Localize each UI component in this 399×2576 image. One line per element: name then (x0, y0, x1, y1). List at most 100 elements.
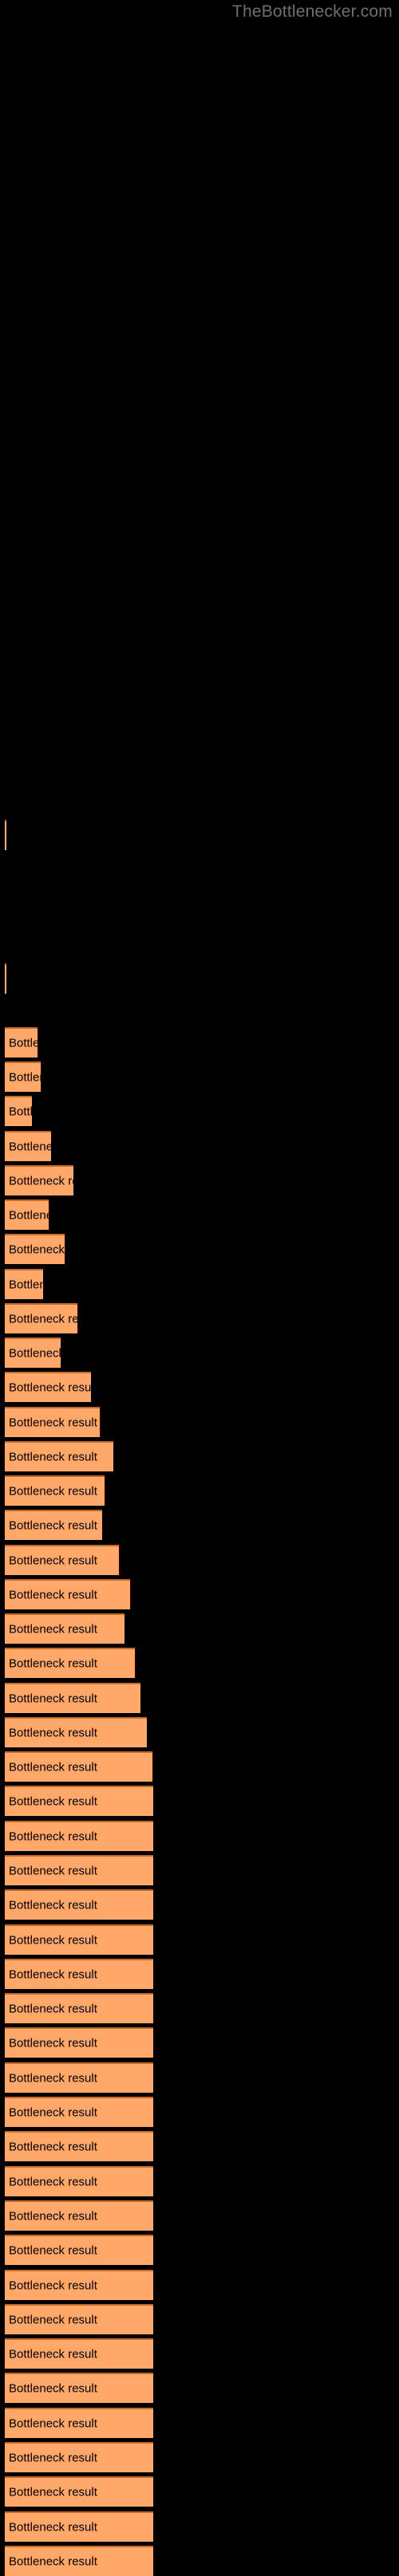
bar-17[interactable]: Bottleneck result (5, 1510, 102, 1540)
bar-row: Bottleneck result (0, 1131, 399, 1161)
bar-23[interactable]: Bottleneck result (5, 1717, 147, 1747)
bar-26[interactable]: Bottleneck result (5, 1821, 153, 1851)
bar-label: Bottleneck result (9, 1208, 49, 1223)
bar-label: Bottleneck result (9, 1933, 97, 1948)
bar-38[interactable]: Bottleneck result (5, 2235, 153, 2265)
bar-row: Bottleneck result (0, 1372, 399, 1402)
bar-row: Bottleneck result (0, 2062, 399, 2093)
bar-7[interactable]: Bottleneck result (5, 1165, 73, 1195)
bar-row: Bottleneck result (0, 1924, 399, 1955)
bar-40[interactable]: Bottleneck result (5, 2304, 153, 2334)
bar-label: Bottleneck result (9, 1794, 97, 1809)
bar-label: Bottleneck result (9, 1105, 32, 1119)
bar-36[interactable]: Bottleneck result (5, 2166, 153, 2196)
bar-31[interactable]: Bottleneck result (5, 1993, 153, 2023)
bar-32[interactable]: Bottleneck result (5, 2027, 153, 2058)
bar-label: Bottleneck result (9, 1830, 97, 1844)
bar-43[interactable]: Bottleneck result (5, 2408, 153, 2438)
bar-37[interactable]: Bottleneck result (5, 2200, 153, 2231)
bar-row: Bottleneck result (0, 1579, 399, 1609)
bar-label: Bottleneck result (9, 2313, 97, 2327)
bar-row: Bottleneck result (0, 1821, 399, 1851)
bar-label: Bottleneck result (9, 1692, 97, 1706)
bar-10[interactable]: Bottleneck result (5, 1269, 43, 1299)
bar-row: Bottleneck result (0, 2442, 399, 2472)
bar-label: Bottleneck result (9, 1346, 61, 1361)
bar-27[interactable]: Bottleneck result (5, 1855, 153, 1885)
bar-8[interactable]: Bottleneck result (5, 1199, 49, 1230)
bar-row: Bottleneck result (0, 2097, 399, 2127)
bar-row: Bottleneck result (0, 1889, 399, 1920)
bar-label: Bottleneck result (9, 1864, 97, 1878)
bar-22[interactable]: Bottleneck result (5, 1683, 140, 1713)
bar-4[interactable]: Bottleneck result (5, 1062, 41, 1092)
bar-row: Bottleneck result (0, 2408, 399, 2438)
bar-34[interactable]: Bottleneck result (5, 2097, 153, 2127)
bar-20[interactable]: Bottleneck result (5, 1613, 124, 1644)
bar-1[interactable]: Bottleneck result (5, 820, 6, 850)
page-root: TheBottlenecker.com Bottleneck resultBot… (0, 0, 399, 2576)
bar-label: Bottleneck result (9, 2105, 97, 2120)
bar-42[interactable]: Bottleneck result (5, 2373, 153, 2403)
bar-16[interactable]: Bottleneck result (5, 1475, 105, 1506)
bar-row: Bottleneck result (0, 1648, 399, 1678)
bar-label: Bottleneck result (9, 1656, 97, 1671)
bar-label: Bottleneck result (9, 2347, 97, 2361)
bar-label: Bottleneck result (9, 1381, 91, 1395)
bar-row: Bottleneck result (0, 1062, 399, 1092)
bar-24[interactable]: Bottleneck result (5, 1751, 152, 1782)
bar-label: Bottleneck result (9, 1243, 65, 1257)
bar-25[interactable]: Bottleneck result (5, 1786, 153, 1816)
bar-39[interactable]: Bottleneck result (5, 2270, 153, 2300)
bar-row: Bottleneck result (0, 1717, 399, 1747)
bar-row: Bottleneck result (0, 2511, 399, 2542)
bar-45[interactable]: Bottleneck result (5, 2476, 153, 2507)
bar-label: Bottleneck result (9, 1312, 77, 1326)
bar-label: Bottleneck result (9, 1588, 97, 1602)
bar-row: Bottleneck result (0, 1993, 399, 2023)
bar-row: Bottleneck result (0, 1441, 399, 1471)
bar-15[interactable]: Bottleneck result (5, 1441, 113, 1471)
bar-row: Bottleneck result (0, 2270, 399, 2300)
bar-44[interactable]: Bottleneck result (5, 2442, 153, 2472)
bar-label: Bottleneck result (9, 2279, 97, 2293)
bar-13[interactable]: Bottleneck result (5, 1372, 91, 1402)
bar-2[interactable]: Bottleneck result (5, 963, 6, 994)
bar-row: Bottleneck result (0, 1269, 399, 1299)
bar-label: Bottleneck result (9, 1278, 43, 1292)
bar-label: Bottleneck result (9, 2243, 97, 2258)
bar-row: Bottleneck result (0, 2373, 399, 2403)
bar-6[interactable]: Bottleneck result (5, 1131, 51, 1161)
bar-row: Bottleneck result (0, 2546, 399, 2576)
bar-row: Bottleneck result (0, 1199, 399, 1230)
bar-5[interactable]: Bottleneck result (5, 1096, 32, 1126)
bar-19[interactable]: Bottleneck result (5, 1579, 130, 1609)
bar-row: Bottleneck result (0, 1234, 399, 1264)
bar-41[interactable]: Bottleneck result (5, 2338, 153, 2369)
bar-9[interactable]: Bottleneck result (5, 1234, 65, 1264)
bar-21[interactable]: Bottleneck result (5, 1648, 135, 1678)
bar-row: Bottleneck result (0, 1165, 399, 1195)
bar-30[interactable]: Bottleneck result (5, 1959, 153, 1989)
bar-29[interactable]: Bottleneck result (5, 1924, 153, 1955)
bar-label: Bottleneck result (9, 1554, 97, 1568)
bar-46[interactable]: Bottleneck result (5, 2511, 153, 2542)
bar-12[interactable]: Bottleneck result (5, 1337, 61, 1368)
bar-row: Bottleneck result (0, 1407, 399, 1437)
bar-row: Bottleneck result (0, 1475, 399, 1506)
bar-18[interactable]: Bottleneck result (5, 1545, 119, 1575)
bar-label: Bottleneck result (9, 2416, 97, 2431)
bar-row: Bottleneck result (0, 1683, 399, 1713)
bar-chart-plot-area: Bottleneck result Bottleneck result Bottle… (0, 0, 399, 2576)
bar-3[interactable]: Bottleneck result (5, 1027, 38, 1058)
bar-row: Bottleneck result (0, 2235, 399, 2265)
bar-28[interactable]: Bottleneck result (5, 1889, 153, 1920)
bar-33[interactable]: Bottleneck result (5, 2062, 153, 2093)
bar-11[interactable]: Bottleneck result (5, 1303, 77, 1333)
bar-row: Bottleneck result (0, 1510, 399, 1540)
bar-label: Bottleneck result (9, 1484, 97, 1499)
bar-14[interactable]: Bottleneck result (5, 1407, 100, 1437)
bar-35[interactable]: Bottleneck result (5, 2131, 153, 2161)
bar-row: Bottleneck result (0, 2304, 399, 2334)
bar-47[interactable]: Bottleneck result (5, 2546, 153, 2576)
